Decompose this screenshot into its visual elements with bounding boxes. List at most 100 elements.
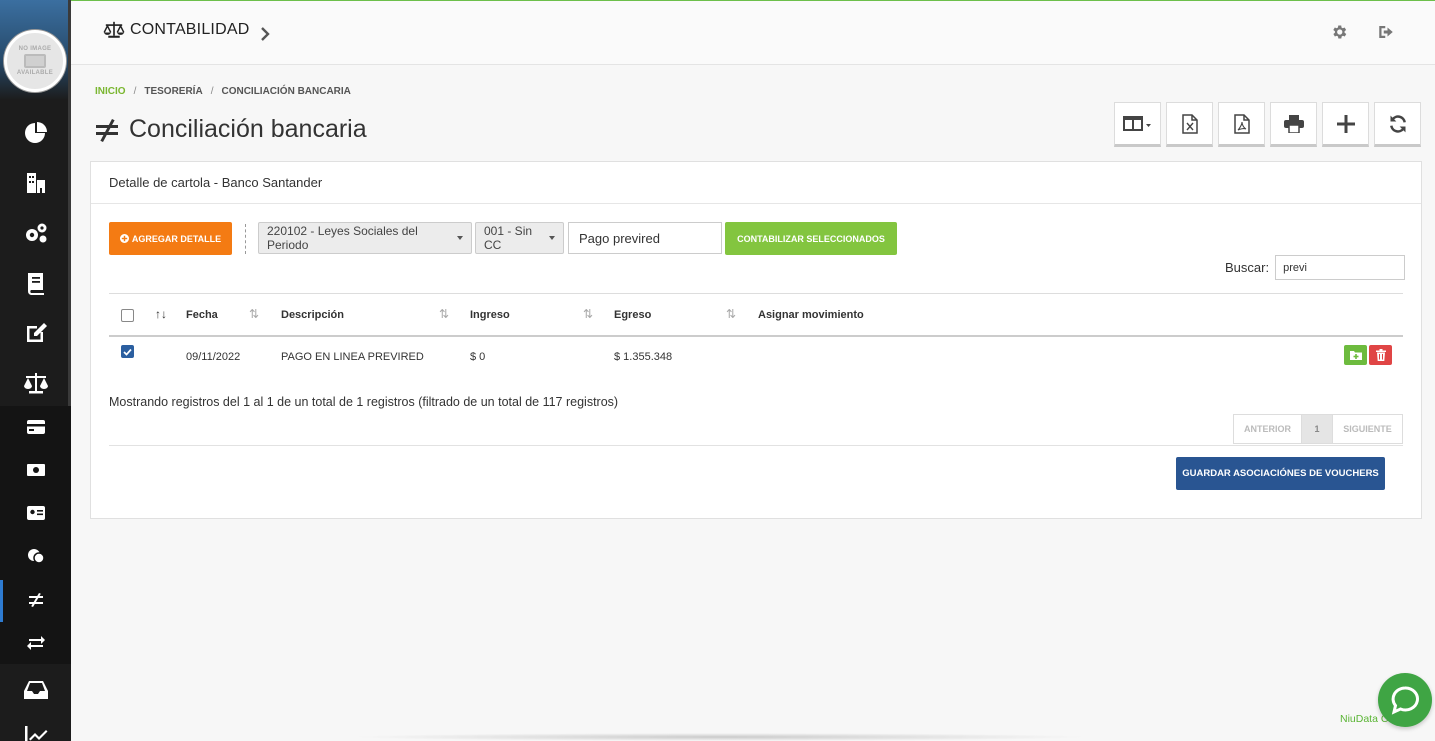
toolbar (1114, 102, 1426, 147)
pagination-page[interactable]: 1 (1302, 415, 1332, 443)
breadcrumb-separator: / (210, 86, 214, 97)
search-input[interactable]: previ (1275, 255, 1406, 280)
export-excel-button[interactable] (1166, 102, 1213, 147)
caret-down-icon (457, 236, 463, 240)
sidebar-item-settings[interactable] (0, 218, 71, 248)
sidebar-subitem-card[interactable] (0, 416, 71, 438)
cost-center-select[interactable]: 001 - Sin CC (475, 222, 564, 254)
statement-detail-card: Detalle de cartola - Banco Santander AGR… (90, 161, 1422, 519)
chat-bubble-icon (1391, 686, 1419, 715)
credit-card-icon (26, 420, 45, 434)
sidebar-item-companies[interactable] (0, 168, 71, 198)
columns-icon (1122, 115, 1151, 131)
sort-icon[interactable]: ↑↓ (155, 307, 167, 321)
not-equal-icon (96, 118, 118, 142)
add-button[interactable] (1322, 102, 1369, 147)
settings-gear-icon[interactable] (1330, 23, 1348, 46)
id-card-icon (26, 506, 45, 520)
sidebar-subitem-money[interactable] (0, 459, 71, 481)
account-select[interactable]: 220102 - Leyes Sociales del Periodo (258, 222, 472, 254)
cost-center-select-value: 001 - Sin CC (484, 224, 533, 252)
cell-descripcion: PAGO EN LINEA PREVIRED (281, 351, 424, 363)
check-icon (123, 348, 132, 356)
avatar-text-top: NO IMAGE (18, 46, 52, 52)
save-voucher-associations-button[interactable]: GUARDAR ASOCIACIÓNES DE VOUCHERS (1176, 457, 1385, 490)
add-detail-label: AGREGAR DETALLE (131, 233, 222, 244)
sidebar-subitem-id[interactable] (0, 502, 71, 524)
sidebar-item-reports[interactable] (0, 725, 71, 741)
sort-icon[interactable]: ⇅ (439, 307, 449, 321)
breadcrumb-home[interactable]: INICIO (95, 86, 126, 97)
app-title: CONTABILIDAD (130, 21, 250, 38)
logout-icon[interactable] (1377, 23, 1395, 46)
app-brand[interactable]: CONTABILIDAD (103, 21, 249, 39)
sidebar-item-book[interactable] (0, 268, 71, 298)
sidebar-item-dashboard[interactable] (0, 118, 71, 148)
file-excel-icon (1181, 113, 1198, 134)
sort-icon[interactable]: ⇅ (583, 307, 593, 321)
chat-widget-button[interactable] (1378, 673, 1432, 727)
sidebar-item-accounting[interactable] (0, 368, 71, 398)
sidebar-submenu (0, 406, 71, 664)
sidebar: NO IMAGE AVAILABLE (0, 0, 71, 741)
sidebar-item-inbox[interactable] (0, 676, 71, 704)
column-header-asignar[interactable]: Asignar movimiento (758, 309, 864, 321)
page-title: Conciliación bancaria (95, 115, 367, 144)
pagination-next[interactable]: SIGUIENTE (1332, 415, 1402, 443)
breadcrumb-separator: / (133, 86, 137, 97)
sidebar-subitem-coins[interactable] (0, 545, 71, 567)
add-detail-button[interactable]: AGREGAR DETALLE (109, 222, 232, 255)
assign-voucher-button[interactable] (1344, 345, 1367, 365)
balance-scale-icon (23, 373, 48, 394)
book-icon (27, 273, 44, 295)
delete-row-button[interactable] (1369, 345, 1392, 365)
print-icon (1283, 114, 1304, 133)
caret-down-icon (549, 236, 555, 240)
card-header: Detalle de cartola - Banco Santander (91, 162, 1421, 204)
table-header: ↑↓ Fecha ⇅ Descripción ⇅ Ingreso ⇅ Egres… (109, 293, 1403, 337)
file-pdf-icon (1233, 113, 1250, 134)
search-group: Buscar: previ (1225, 255, 1406, 280)
sort-icon[interactable]: ⇅ (726, 307, 736, 321)
cell-egreso: $ 1.355.348 (614, 351, 673, 363)
gears-icon (25, 223, 46, 243)
money-bill-icon (26, 464, 45, 476)
sort-icon[interactable]: ⇅ (249, 307, 259, 321)
column-header-fecha[interactable]: Fecha (186, 309, 218, 321)
description-input[interactable]: Pago previred (568, 222, 722, 254)
row-checkbox[interactable] (121, 345, 134, 358)
cell-fecha: 09/11/2022 (186, 351, 241, 363)
table-row[interactable]: 09/11/2022 PAGO EN LINEA PREVIRED $ 0 $ … (109, 337, 1403, 377)
table-info: Mostrando registros del 1 al 1 de un tot… (109, 395, 619, 409)
column-header-ingreso[interactable]: Ingreso (470, 309, 510, 321)
inbox-icon (23, 681, 48, 699)
export-pdf-button[interactable] (1218, 102, 1265, 147)
column-header-egreso[interactable]: Egreso (614, 309, 651, 321)
plus-icon (1336, 114, 1355, 133)
pie-chart-icon (24, 122, 47, 143)
movements-table: ↑↓ Fecha ⇅ Descripción ⇅ Ingreso ⇅ Egres… (109, 293, 1403, 377)
breadcrumb-treasury[interactable]: TESORERÍA (144, 86, 202, 97)
print-button[interactable] (1270, 102, 1317, 147)
pagination-previous[interactable]: ANTERIOR (1234, 415, 1302, 443)
avatar-placeholder-icon (24, 54, 46, 68)
columns-toggle-button[interactable] (1114, 102, 1161, 147)
edit-icon (26, 323, 47, 342)
breadcrumb-current: CONCILIACIÓN BANCARIA (221, 86, 351, 97)
refresh-button[interactable] (1374, 102, 1421, 147)
bottom-shadow (350, 733, 1090, 741)
chevron-right-icon[interactable] (259, 25, 271, 48)
post-selected-button[interactable]: CONTABILIZAR SELECCIONADOS (725, 222, 897, 255)
sidebar-subitem-reconciliation[interactable] (0, 589, 71, 611)
refresh-icon (1389, 114, 1406, 133)
select-all-checkbox[interactable] (121, 309, 134, 322)
coins-icon (27, 549, 45, 564)
page-title-text: Conciliación bancaria (129, 115, 367, 143)
column-header-descripcion[interactable]: Descripción (281, 309, 344, 321)
sidebar-item-edit[interactable] (0, 318, 71, 348)
sidebar-subitem-transfer[interactable] (0, 632, 71, 654)
account-select-value: 220102 - Leyes Sociales del Periodo (267, 224, 418, 252)
top-header: CONTABILIDAD (71, 0, 1435, 65)
avatar[interactable]: NO IMAGE AVAILABLE (4, 30, 66, 92)
trash-icon (1375, 349, 1386, 361)
